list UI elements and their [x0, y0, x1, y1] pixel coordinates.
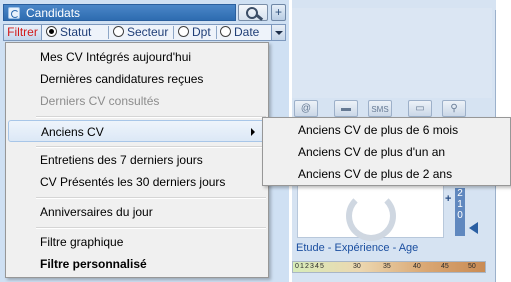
- menu-item-dernieres-candidatures[interactable]: Dernières candidatures reçues: [8, 68, 266, 90]
- laurel-icon: [346, 191, 396, 241]
- section-label: Etude - Expérience - Age: [296, 242, 419, 254]
- menu-item-filtre-personnalise[interactable]: Filtre personnalisé: [8, 253, 266, 275]
- add-button[interactable]: +: [271, 4, 286, 21]
- filter-bar: Filtrer Statut Secteur Dpt Date: [3, 24, 286, 41]
- sms-icon[interactable]: SMS: [368, 100, 392, 117]
- age-scale: 0 1 2 3 4 5 30 35 40 45 50: [292, 261, 486, 273]
- radio-statut[interactable]: Statut: [46, 25, 91, 40]
- print-icon[interactable]: ▭: [408, 100, 432, 117]
- menu-item-derniers-cv-consultes: Derniers CV consultés: [40, 94, 160, 108]
- search-button[interactable]: [238, 4, 268, 21]
- menu-item-cv-integres[interactable]: Mes CV Intégrés aujourd'hui: [8, 46, 266, 68]
- candidate-photo: [297, 184, 444, 241]
- submenu-item-1-an[interactable]: Anciens CV de plus d'un an: [265, 141, 509, 163]
- menu-item-cv-presentes[interactable]: CV Présentés les 30 derniers jours: [8, 171, 266, 193]
- chevron-down-icon[interactable]: [271, 25, 285, 40]
- menu-item-entretiens[interactable]: Entretiens des 7 derniers jours: [8, 149, 266, 171]
- email-icon[interactable]: @: [294, 100, 318, 117]
- anciens-cv-submenu: Anciens CV de plus de 6 mois Anciens CV …: [262, 117, 511, 186]
- radio-date[interactable]: Date: [220, 25, 259, 40]
- menu-item-anniversaires[interactable]: Anniversaires du jour: [8, 201, 266, 223]
- radio-icon: [178, 26, 189, 37]
- panel-title: Candidats: [26, 6, 81, 20]
- menu-item-anciens-cv[interactable]: Anciens CV: [8, 120, 266, 142]
- radio-icon: [113, 26, 124, 37]
- radio-selected-icon: [46, 26, 57, 37]
- rank-plus[interactable]: +: [445, 193, 451, 205]
- radio-icon: [220, 26, 231, 37]
- menu-item-filtre-graphique[interactable]: Filtre graphique: [8, 231, 266, 253]
- radio-dpt[interactable]: Dpt: [178, 25, 211, 40]
- arrow-left-icon[interactable]: [469, 222, 478, 234]
- card-icon[interactable]: ▬: [334, 100, 358, 117]
- filter-menu: Mes CV Intégrés aujourd'hui Dernières ca…: [5, 42, 269, 278]
- rank-strip: 2 1 0: [455, 188, 465, 236]
- refresh-icon[interactable]: [8, 7, 20, 19]
- search-icon[interactable]: ⚲: [442, 100, 466, 117]
- submenu-item-6-mois[interactable]: Anciens CV de plus de 6 mois: [265, 119, 509, 141]
- filter-button[interactable]: Filtrer: [4, 25, 42, 40]
- chevron-right-icon: [251, 128, 255, 136]
- radio-secteur[interactable]: Secteur: [113, 25, 168, 40]
- candidates-title-bar: Candidats: [3, 4, 236, 21]
- submenu-item-2-ans[interactable]: Anciens CV de plus de 2 ans: [265, 163, 509, 185]
